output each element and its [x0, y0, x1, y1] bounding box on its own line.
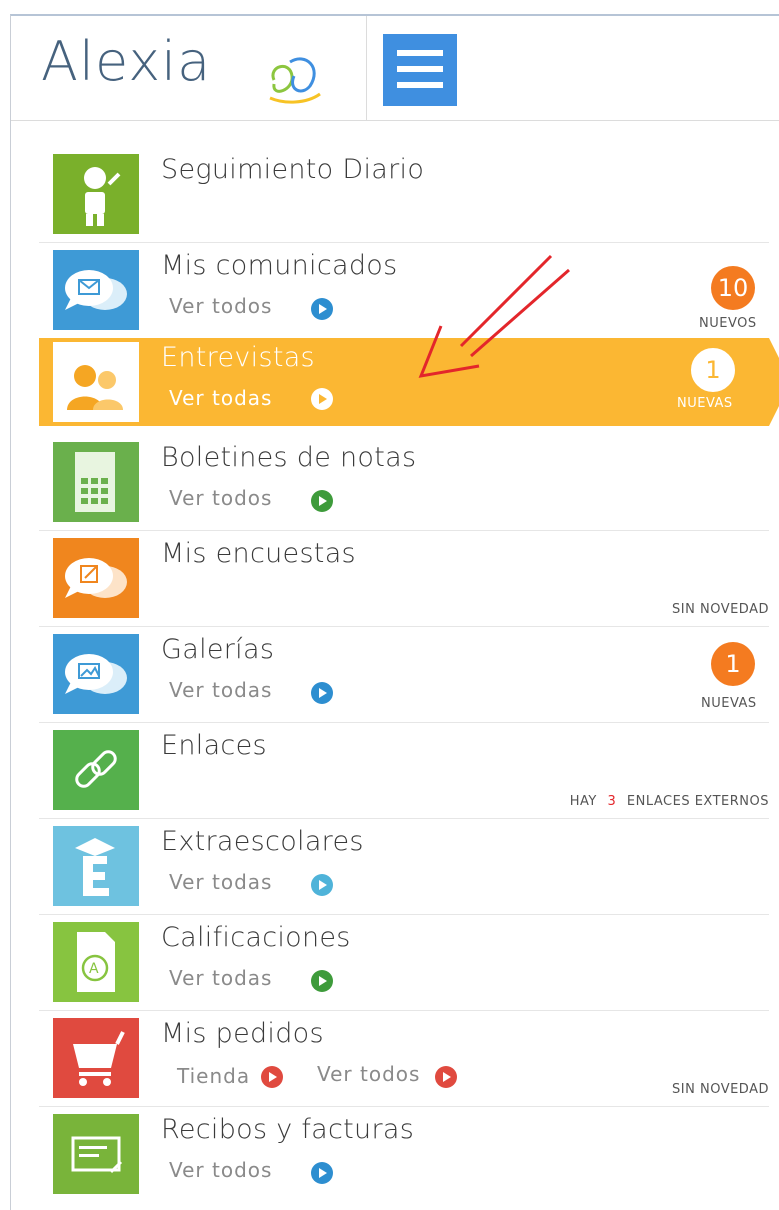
- status-label: SIN NOVEDAD: [672, 1082, 769, 1097]
- ver-todos-link[interactable]: Ver todos: [317, 1062, 420, 1086]
- item-title: Seguimiento Diario: [161, 154, 425, 185]
- menu-item-seguimiento-diario[interactable]: Seguimiento Diario: [39, 146, 769, 243]
- item-title: Calificaciones: [161, 922, 351, 953]
- hamburger-menu-button[interactable]: [383, 34, 457, 106]
- top-bar: Alexia: [11, 16, 779, 121]
- header-divider: [366, 16, 367, 120]
- menu-item-recibos[interactable]: Recibos y facturas Ver todos: [39, 1106, 769, 1202]
- menu-item-mis-encuestas[interactable]: Mis encuestas SIN NOVEDAD: [39, 530, 769, 627]
- play-icon[interactable]: [311, 490, 333, 512]
- grade-document-icon: A: [53, 922, 139, 1002]
- tienda-link[interactable]: Tienda: [177, 1064, 250, 1088]
- item-title: Entrevistas: [161, 342, 315, 373]
- ver-todas-link[interactable]: Ver todas: [169, 870, 272, 894]
- receipt-icon: [53, 1114, 139, 1194]
- message-bubbles-icon: [53, 250, 139, 330]
- ver-todas-link[interactable]: Ver todas: [169, 966, 272, 990]
- survey-bubbles-icon: [53, 538, 139, 618]
- status-label: SIN NOVEDAD: [672, 602, 769, 617]
- badge-label: NUEVOS: [699, 316, 757, 331]
- app-frame: Alexia Seguimiento Diario Mis comunicado…: [10, 14, 779, 1210]
- ver-todas-link[interactable]: Ver todas: [169, 386, 272, 410]
- item-title: Enlaces: [161, 730, 267, 761]
- play-icon[interactable]: [311, 298, 333, 320]
- item-title: Mis encuestas: [161, 538, 356, 569]
- item-title: Mis pedidos: [161, 1018, 324, 1049]
- links-status: HAY 3 ENLACES EXTERNOS: [569, 794, 769, 809]
- graduation-e-icon: [53, 826, 139, 906]
- play-icon[interactable]: [311, 682, 333, 704]
- play-icon[interactable]: [311, 874, 333, 896]
- svg-text:A: A: [89, 961, 99, 977]
- play-icon[interactable]: [311, 388, 333, 410]
- child-figure-icon: [53, 154, 139, 234]
- new-count-badge: 10: [711, 266, 755, 310]
- play-icon[interactable]: [311, 1162, 333, 1184]
- item-title: Recibos y facturas: [161, 1114, 415, 1145]
- menu-item-extraescolares[interactable]: Extraescolares Ver todas: [39, 818, 769, 915]
- hamburger-icon: [397, 50, 443, 56]
- ver-todos-link[interactable]: Ver todos: [169, 486, 272, 510]
- play-icon[interactable]: [311, 970, 333, 992]
- shopping-cart-icon: [53, 1018, 139, 1098]
- menu-item-calificaciones[interactable]: A Calificaciones Ver todas: [39, 914, 769, 1011]
- new-count-badge: 1: [711, 642, 755, 686]
- links-count: 3: [607, 794, 617, 809]
- menu-item-boletines[interactable]: Boletines de notas Ver todos: [39, 434, 769, 531]
- annotation-arrow-icon: [418, 254, 570, 378]
- item-title: Extraescolares: [161, 826, 364, 857]
- menu-item-enlaces[interactable]: Enlaces HAY 3 ENLACES EXTERNOS: [39, 722, 769, 819]
- new-count-badge: 1: [689, 346, 737, 394]
- ver-todos-link[interactable]: Ver todos: [169, 294, 272, 318]
- ver-todos-link[interactable]: Ver todos: [169, 1158, 272, 1182]
- badge-label: NUEVAS: [701, 696, 757, 711]
- item-title: Galerías: [161, 634, 275, 665]
- ver-todas-link[interactable]: Ver todas: [169, 678, 272, 702]
- badge-label: NUEVAS: [677, 396, 733, 411]
- menu-item-galerias[interactable]: Galerías Ver todas 1 NUEVAS: [39, 626, 769, 723]
- people-icon: [53, 342, 139, 422]
- item-title: Boletines de notas: [161, 442, 417, 473]
- shop-cart-icon[interactable]: [261, 1066, 283, 1088]
- menu-item-mis-pedidos[interactable]: Mis pedidos Tienda Ver todos SIN NOVEDAD: [39, 1010, 769, 1107]
- play-icon[interactable]: [435, 1066, 457, 1088]
- link-icon: [53, 730, 139, 810]
- document-grid-icon: [53, 442, 139, 522]
- app-logo[interactable]: Alexia: [41, 30, 211, 93]
- gallery-bubbles-icon: [53, 634, 139, 714]
- item-title: Mis comunicados: [161, 250, 398, 281]
- logo-mark-icon: [269, 57, 321, 104]
